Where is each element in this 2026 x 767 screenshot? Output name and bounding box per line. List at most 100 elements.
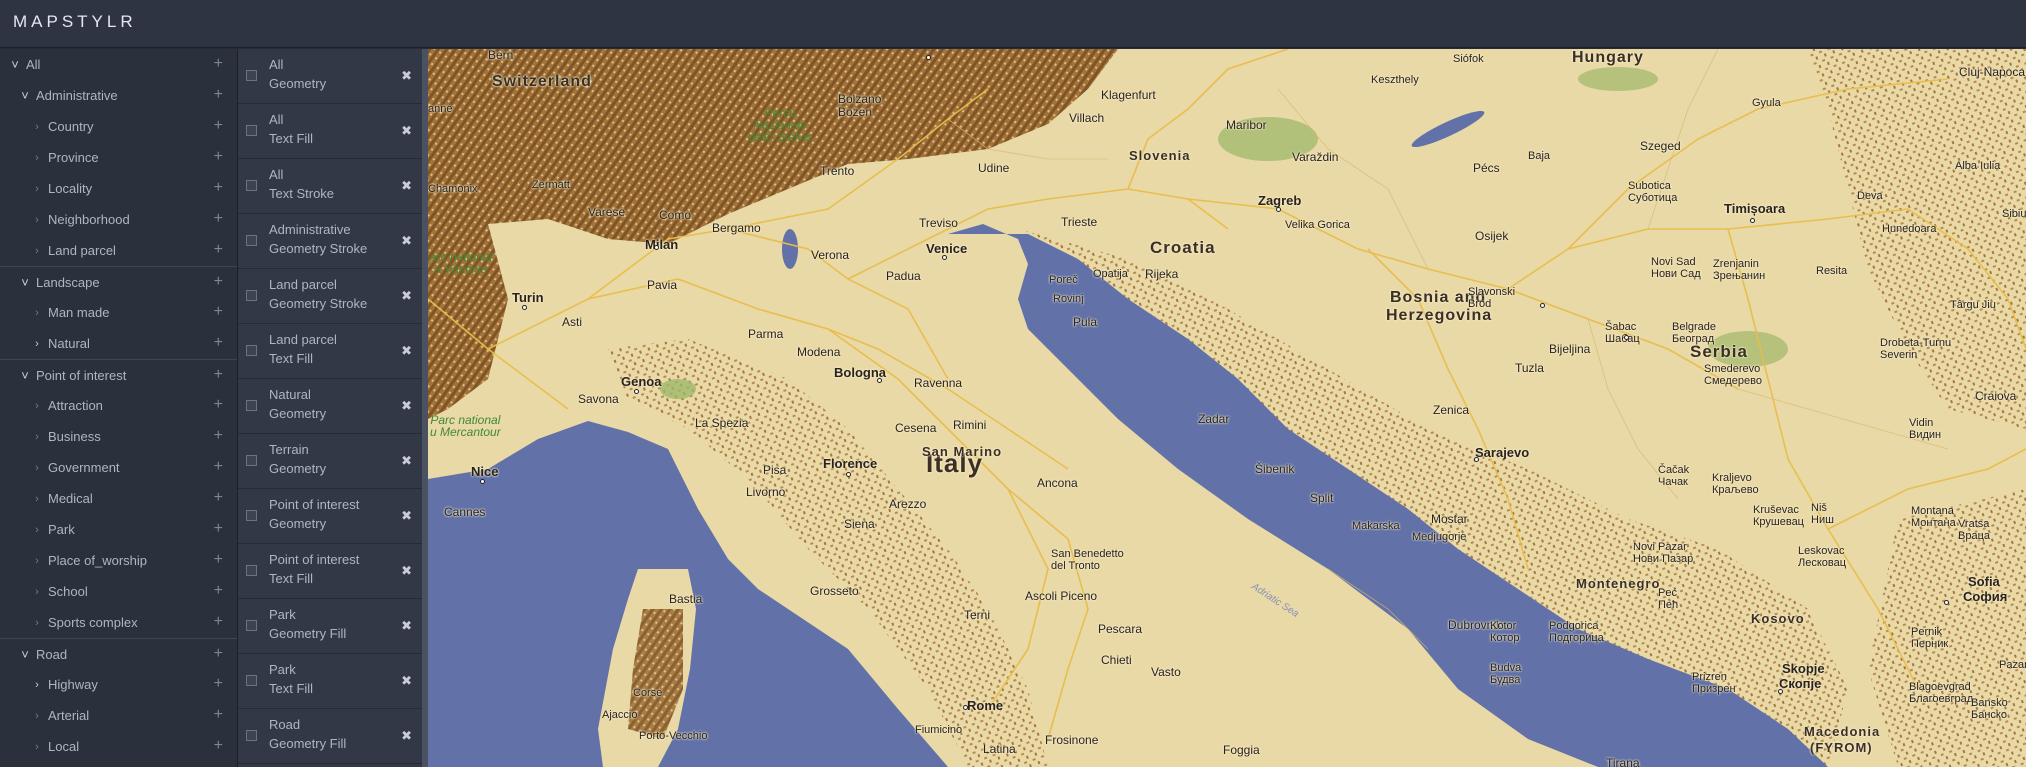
tree-item-country[interactable]: › Country + bbox=[0, 111, 237, 142]
add-rule-icon[interactable]: + bbox=[214, 367, 223, 383]
add-rule-icon[interactable]: + bbox=[214, 707, 223, 723]
tree-item-all[interactable]: ˅ All + bbox=[0, 49, 237, 80]
style-rule[interactable]: All Text Stroke ✖ bbox=[238, 159, 422, 214]
chevron-right-icon[interactable]: › bbox=[30, 152, 44, 164]
add-rule-icon[interactable]: + bbox=[214, 583, 223, 599]
add-rule-icon[interactable]: + bbox=[214, 118, 223, 134]
tree-item-arterial[interactable]: › Arterial + bbox=[0, 700, 237, 731]
add-rule-icon[interactable]: + bbox=[214, 180, 223, 196]
add-rule-icon[interactable]: + bbox=[214, 614, 223, 630]
chevron-right-icon[interactable]: › bbox=[30, 493, 44, 505]
tree-item-administrative[interactable]: ˅ Administrative + bbox=[0, 80, 237, 111]
tree-item-landscape[interactable]: ˅ Landscape + bbox=[0, 266, 237, 297]
remove-rule-icon[interactable]: ✖ bbox=[401, 673, 412, 689]
style-rule[interactable]: Natural Geometry ✖ bbox=[238, 379, 422, 434]
tree-item-locality[interactable]: › Locality + bbox=[0, 173, 237, 204]
tree-item-medical[interactable]: › Medical + bbox=[0, 483, 237, 514]
style-rule[interactable]: All Text Fill ✖ bbox=[238, 104, 422, 159]
remove-rule-icon[interactable]: ✖ bbox=[401, 508, 412, 524]
chevron-down-icon[interactable]: ˅ bbox=[8, 57, 22, 72]
remove-rule-icon[interactable]: ✖ bbox=[401, 453, 412, 469]
tree-item-government[interactable]: › Government + bbox=[0, 452, 237, 483]
chevron-right-icon[interactable]: › bbox=[30, 679, 44, 691]
tree-item-neighborhood[interactable]: › Neighborhood + bbox=[0, 204, 237, 235]
chevron-down-icon[interactable]: ˅ bbox=[18, 88, 32, 103]
tree-item-province[interactable]: › Province + bbox=[0, 142, 237, 173]
chevron-right-icon[interactable]: › bbox=[30, 524, 44, 536]
rule-checkbox[interactable] bbox=[246, 620, 257, 631]
remove-rule-icon[interactable]: ✖ bbox=[401, 233, 412, 249]
add-rule-icon[interactable]: + bbox=[214, 738, 223, 754]
rule-checkbox[interactable] bbox=[246, 345, 257, 356]
rule-checkbox[interactable] bbox=[246, 455, 257, 466]
add-rule-icon[interactable]: + bbox=[214, 676, 223, 692]
chevron-right-icon[interactable]: › bbox=[30, 462, 44, 474]
style-rule[interactable]: Road Geometry Fill ✖ bbox=[238, 709, 422, 764]
tree-item-natural[interactable]: › Natural + bbox=[0, 328, 237, 359]
chevron-right-icon[interactable]: › bbox=[30, 338, 44, 350]
add-rule-icon[interactable]: + bbox=[214, 459, 223, 475]
remove-rule-icon[interactable]: ✖ bbox=[401, 178, 412, 194]
tree-item-highway[interactable]: › Highway + bbox=[0, 669, 237, 700]
style-rule[interactable]: All Geometry ✖ bbox=[238, 49, 422, 104]
rule-checkbox[interactable] bbox=[246, 70, 257, 81]
add-rule-icon[interactable]: + bbox=[214, 490, 223, 506]
style-rule[interactable]: Park Geometry Fill ✖ bbox=[238, 599, 422, 654]
chevron-right-icon[interactable]: › bbox=[30, 555, 44, 567]
add-rule-icon[interactable]: + bbox=[214, 335, 223, 351]
style-rule[interactable]: Land parcel Text Fill ✖ bbox=[238, 324, 422, 379]
add-rule-icon[interactable]: + bbox=[214, 521, 223, 537]
rule-checkbox[interactable] bbox=[246, 180, 257, 191]
rule-checkbox[interactable] bbox=[246, 400, 257, 411]
remove-rule-icon[interactable]: ✖ bbox=[401, 343, 412, 359]
add-rule-icon[interactable]: + bbox=[214, 274, 223, 290]
add-rule-icon[interactable]: + bbox=[214, 149, 223, 165]
style-rule[interactable]: Administrative Geometry Stroke ✖ bbox=[238, 214, 422, 269]
remove-rule-icon[interactable]: ✖ bbox=[401, 398, 412, 414]
chevron-right-icon[interactable]: › bbox=[30, 307, 44, 319]
tree-item-park[interactable]: › Park + bbox=[0, 514, 237, 545]
chevron-right-icon[interactable]: › bbox=[30, 400, 44, 412]
remove-rule-icon[interactable]: ✖ bbox=[401, 618, 412, 634]
chevron-right-icon[interactable]: › bbox=[30, 431, 44, 443]
rule-checkbox[interactable] bbox=[246, 730, 257, 741]
tree-item-sports-complex[interactable]: › Sports complex + bbox=[0, 607, 237, 638]
style-rule[interactable]: Park Text Fill ✖ bbox=[238, 654, 422, 709]
style-rule[interactable]: Terrain Geometry ✖ bbox=[238, 434, 422, 489]
add-rule-icon[interactable]: + bbox=[214, 428, 223, 444]
remove-rule-icon[interactable]: ✖ bbox=[401, 68, 412, 84]
add-rule-icon[interactable]: + bbox=[214, 646, 223, 662]
tree-item-land-parcel[interactable]: › Land parcel + bbox=[0, 235, 237, 266]
chevron-right-icon[interactable]: › bbox=[30, 214, 44, 226]
chevron-right-icon[interactable]: › bbox=[30, 183, 44, 195]
add-rule-icon[interactable]: + bbox=[214, 211, 223, 227]
rule-checkbox[interactable] bbox=[246, 125, 257, 136]
chevron-right-icon[interactable]: › bbox=[30, 245, 44, 257]
remove-rule-icon[interactable]: ✖ bbox=[401, 123, 412, 139]
remove-rule-icon[interactable]: ✖ bbox=[401, 728, 412, 744]
add-rule-icon[interactable]: + bbox=[214, 87, 223, 103]
add-rule-icon[interactable]: + bbox=[214, 242, 223, 258]
tree-item-local[interactable]: › Local + bbox=[0, 731, 237, 762]
rule-checkbox[interactable] bbox=[246, 510, 257, 521]
map-view[interactable]: Hungary Switzerland Slovenia Croatia Bosnia … bbox=[428, 49, 2026, 767]
chevron-down-icon[interactable]: ˅ bbox=[18, 275, 32, 290]
chevron-right-icon[interactable]: › bbox=[30, 741, 44, 753]
tree-item-attraction[interactable]: › Attraction + bbox=[0, 390, 237, 421]
tree-item-school[interactable]: › School + bbox=[0, 576, 237, 607]
chevron-right-icon[interactable]: › bbox=[30, 710, 44, 722]
add-rule-icon[interactable]: + bbox=[214, 397, 223, 413]
remove-rule-icon[interactable]: ✖ bbox=[401, 563, 412, 579]
chevron-down-icon[interactable]: ˅ bbox=[18, 368, 32, 383]
tree-item-man-made[interactable]: › Man made + bbox=[0, 297, 237, 328]
rule-checkbox[interactable] bbox=[246, 290, 257, 301]
style-rule[interactable]: Point of interest Text Fill ✖ bbox=[238, 544, 422, 599]
tree-item-road[interactable]: ˅ Road + bbox=[0, 638, 237, 669]
remove-rule-icon[interactable]: ✖ bbox=[401, 288, 412, 304]
add-rule-icon[interactable]: + bbox=[214, 304, 223, 320]
tree-item-business[interactable]: › Business + bbox=[0, 421, 237, 452]
tree-item-place-of-worship[interactable]: › Place of_worship + bbox=[0, 545, 237, 576]
rule-checkbox[interactable] bbox=[246, 675, 257, 686]
rule-checkbox[interactable] bbox=[246, 235, 257, 246]
chevron-right-icon[interactable]: › bbox=[30, 586, 44, 598]
